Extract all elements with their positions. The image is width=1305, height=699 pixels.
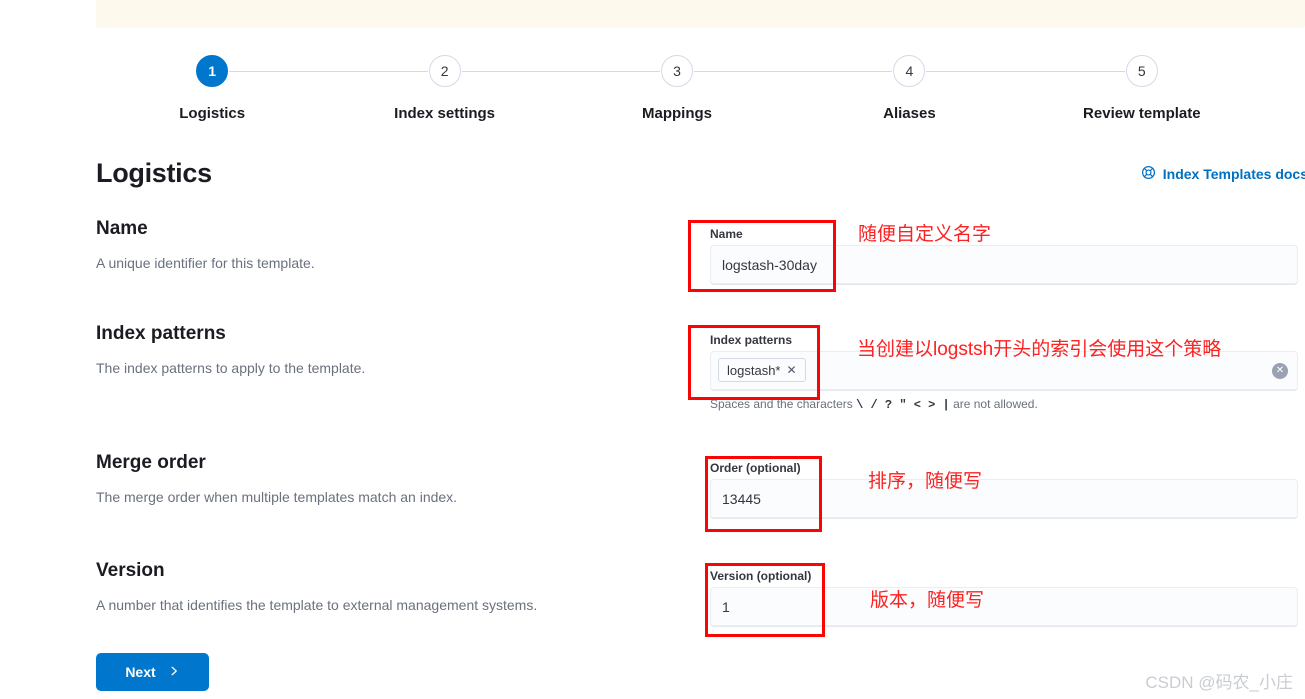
chevron-right-icon xyxy=(168,664,180,680)
section-description: A number that identifies the template to… xyxy=(96,596,656,616)
page-header-row: Logistics Index Templates docs xyxy=(96,158,1305,189)
step-connector-line xyxy=(561,71,660,72)
clear-circle-icon[interactable]: ✕ xyxy=(1272,363,1288,379)
step-number-circle: 2 xyxy=(429,55,461,87)
section-description: A unique identifier for this template. xyxy=(96,254,656,274)
stepper-step-logistics[interactable]: 1 Logistics xyxy=(96,55,328,122)
helper-disallowed-chars: \ / ? " < > | xyxy=(856,398,950,412)
version-input[interactable] xyxy=(710,587,1298,627)
step-label: Index settings xyxy=(394,105,495,122)
step-number-circle: 3 xyxy=(661,55,693,87)
helper-prefix: Spaces and the characters xyxy=(710,397,853,411)
annotation-text-merge-order: 排序，随便写 xyxy=(868,466,982,493)
next-button-label: Next xyxy=(125,664,155,680)
stepper-step-review-template[interactable]: 5 Review template xyxy=(1026,55,1258,122)
section-description: The merge order when multiple templates … xyxy=(96,488,656,508)
next-button[interactable]: Next xyxy=(96,653,209,691)
composable-template-callout: Create composable template or learn more… xyxy=(96,0,1305,28)
stepper-step-index-settings[interactable]: 2 Index settings xyxy=(328,55,560,122)
close-x-icon[interactable]: ✕ xyxy=(786,364,796,376)
stepper-step-aliases[interactable]: 4 Aliases xyxy=(793,55,1025,122)
annotation-text-index-patterns: 当创建以logstsh开头的索引会使用这个策略 xyxy=(857,334,1221,361)
step-label: Aliases xyxy=(883,105,936,122)
step-connector-line xyxy=(926,71,1025,72)
section-description: The index patterns to apply to the templ… xyxy=(96,359,656,379)
index-patterns-helper-text: Spaces and the characters \ / ? " < > | … xyxy=(710,397,1298,412)
step-connector-line xyxy=(328,71,427,72)
order-field-label: Order (optional) xyxy=(710,461,1298,475)
help-lifebuoy-icon xyxy=(1141,165,1156,183)
step-connector-line xyxy=(1026,71,1125,72)
order-field-group: Order (optional) xyxy=(710,461,1298,519)
annotation-text-version: 版本，随便写 xyxy=(870,585,984,612)
step-number-circle: 5 xyxy=(1126,55,1158,87)
page-title: Logistics xyxy=(96,158,212,189)
step-number-circle: 1 xyxy=(196,55,228,87)
step-label: Mappings xyxy=(642,105,712,122)
helper-suffix: are not allowed. xyxy=(953,397,1038,411)
name-input[interactable] xyxy=(710,245,1298,285)
step-number-circle: 4 xyxy=(893,55,925,87)
section-heading: Name xyxy=(96,218,656,240)
version-field-label: Version (optional) xyxy=(710,569,1298,583)
step-connector-line xyxy=(793,71,892,72)
name-field-group: Name xyxy=(710,227,1298,285)
version-field-group: Version (optional) xyxy=(710,569,1298,627)
index-templates-docs-link[interactable]: Index Templates docs xyxy=(1141,165,1305,183)
annotation-text-name: 随便自定义名字 xyxy=(858,219,991,246)
step-connector-line xyxy=(229,71,328,72)
csdn-watermark: CSDN @码农_小庄 xyxy=(1145,668,1293,693)
stepper-step-mappings[interactable]: 3 Mappings xyxy=(561,55,793,122)
order-input[interactable] xyxy=(710,479,1298,519)
index-pattern-pill-label: logstash* xyxy=(727,363,780,378)
name-field-label: Name xyxy=(710,227,1298,241)
step-label: Logistics xyxy=(179,105,245,122)
step-connector-line xyxy=(694,71,793,72)
section-heading: Version xyxy=(96,560,656,582)
section-heading: Merge order xyxy=(96,452,656,474)
section-heading: Index patterns xyxy=(96,323,656,345)
index-pattern-pill[interactable]: logstash* ✕ xyxy=(718,358,806,382)
wizard-stepper: 1 Logistics 2 Index settings 3 Mappings … xyxy=(96,55,1258,125)
docs-link-label: Index Templates docs xyxy=(1163,166,1305,182)
step-connector-line xyxy=(462,71,561,72)
step-label: Review template xyxy=(1083,105,1201,122)
